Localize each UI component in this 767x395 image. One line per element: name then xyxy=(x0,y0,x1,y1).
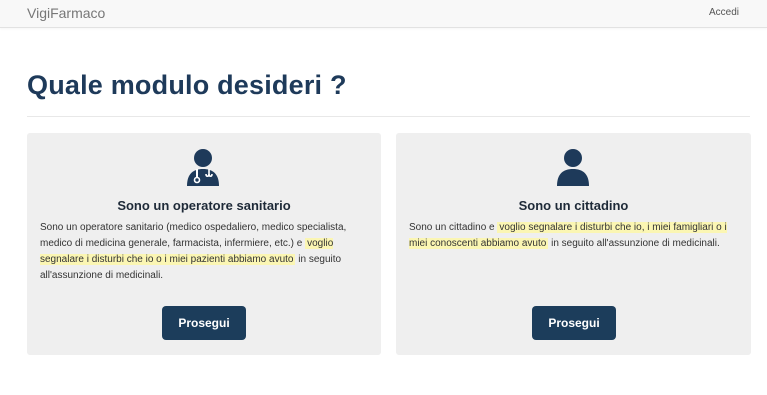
card-cittadino: Sono un cittadino Sono un cittadino e vo… xyxy=(396,133,751,355)
card-description: Sono un operatore sanitario (medico ospe… xyxy=(40,220,368,284)
description-text-end: in seguito all'assunzione di medicinali. xyxy=(551,238,720,249)
doctor-icon xyxy=(183,148,223,188)
card-title: Sono un cittadino xyxy=(518,198,629,213)
card-operatore-sanitario: Sono un operatore sanitario Sono un oper… xyxy=(27,133,381,355)
card-title: Sono un operatore sanitario xyxy=(117,198,291,213)
title-divider xyxy=(27,116,750,117)
navbar: VigiFarmaco Accedi xyxy=(0,0,767,28)
description-text: Sono un operatore sanitario (medico ospe… xyxy=(40,222,347,249)
description-text: Sono un cittadino e xyxy=(409,222,495,233)
page-title: Quale modulo desideri ? xyxy=(27,70,347,100)
brand-logo[interactable]: VigiFarmaco xyxy=(27,5,105,21)
card-description: Sono un cittadino e voglio segnalare i d… xyxy=(409,220,738,252)
prosegui-button-cittadino[interactable]: Prosegui xyxy=(532,306,616,340)
login-link[interactable]: Accedi xyxy=(709,7,739,18)
user-icon xyxy=(553,148,593,188)
prosegui-button-operatore[interactable]: Prosegui xyxy=(162,306,246,340)
